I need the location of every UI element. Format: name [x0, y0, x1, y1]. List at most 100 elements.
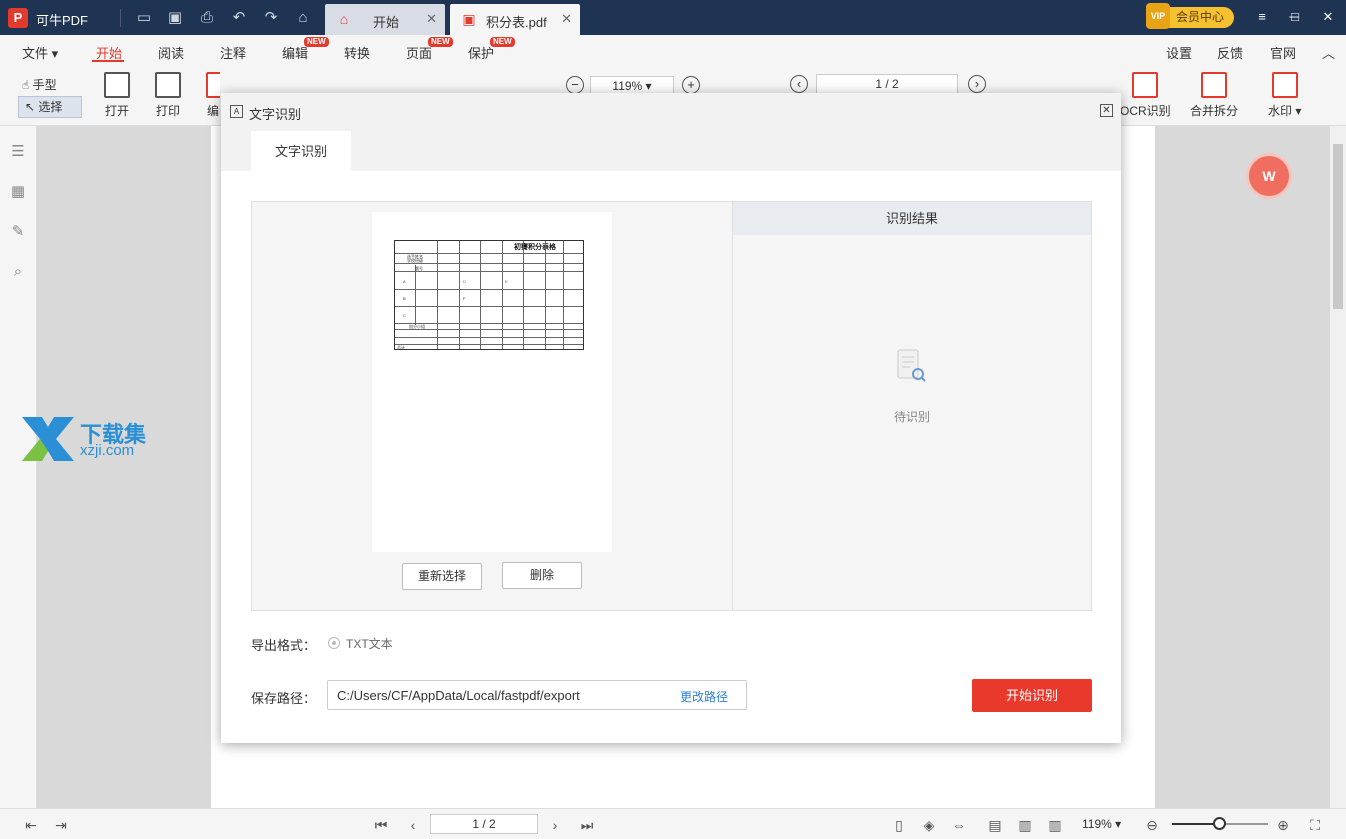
- printer-icon: [155, 72, 181, 98]
- menu-annotate[interactable]: 注释: [220, 43, 246, 62]
- fit-page-icon[interactable]: ◈: [920, 816, 938, 834]
- save-path-field[interactable]: C:/Users/CF/AppData/Local/fastpdf/export…: [327, 680, 747, 710]
- next-page-icon[interactable]: ›: [968, 75, 986, 93]
- panel-divider: [732, 202, 733, 610]
- tab-ocr[interactable]: 文字识别: [251, 131, 351, 171]
- thumbnails-icon[interactable]: ▦: [8, 183, 28, 201]
- ocr-icon: [1132, 72, 1159, 98]
- document-search-icon: [897, 349, 926, 382]
- outline-icon[interactable]: ☰: [8, 143, 28, 161]
- pdf-file-icon: ▣: [462, 11, 476, 27]
- fit-width-icon[interactable]: ⇔: [950, 816, 968, 834]
- new-badge: NEW: [304, 37, 329, 47]
- maximize-icon[interactable]: □: [1285, 7, 1305, 27]
- title-bar: P 可牛PDF ▭ ▣ ⎙ ↶ ↷ ⌂ ⌂ 开始 ✕ ▣ 积分表.pdf ✕ 会…: [0, 0, 1346, 35]
- fullscreen-icon[interactable]: ⛶: [1306, 816, 1324, 834]
- zoom-in-icon[interactable]: ⊕: [1274, 816, 1292, 834]
- window-close-icon[interactable]: ✕: [1318, 7, 1338, 27]
- two-page-icon[interactable]: ▥: [1046, 816, 1064, 834]
- actual-size-icon[interactable]: ▯: [890, 816, 908, 834]
- home-circle-icon[interactable]: ⌂: [294, 9, 312, 27]
- watermark-icon: [1271, 72, 1298, 98]
- ocr-panel: 初賽积分表格 选手姓名 学校班级 题号 A B C D E F 加分小组 总计 …: [251, 201, 1092, 611]
- ocr-button[interactable]: OCR识别: [1120, 72, 1171, 119]
- tab-home[interactable]: ⌂ 开始 ✕: [325, 4, 445, 35]
- first-page-icon[interactable]: ⏮: [372, 816, 390, 834]
- txt-radio-label[interactable]: TXT文本: [346, 635, 393, 652]
- panel-toggle-icon[interactable]: ⇥: [52, 816, 70, 834]
- watermark-button[interactable]: 水印 ▾: [1268, 72, 1301, 119]
- menu-protect[interactable]: 保护 NEW: [468, 37, 515, 62]
- menu-feedback[interactable]: 反馈: [1217, 43, 1243, 62]
- select-tool[interactable]: ↖ 选择: [18, 96, 82, 118]
- redo-icon[interactable]: ↷: [262, 9, 280, 27]
- menu-edit[interactable]: 编辑 NEW: [282, 37, 329, 62]
- zoom-in-icon[interactable]: +: [682, 76, 700, 94]
- preview-table: 选手姓名 学校班级 题号 A B C D E F 加分小组 总计: [394, 240, 584, 350]
- prev-page-icon[interactable]: ‹: [404, 816, 422, 834]
- single-page-icon[interactable]: ▤: [986, 816, 1004, 834]
- merge-split-button[interactable]: 合并拆分: [1190, 72, 1238, 119]
- scroll-thumb[interactable]: [1333, 144, 1343, 309]
- menu-website[interactable]: 官网: [1270, 43, 1296, 62]
- next-page-icon[interactable]: ›: [546, 816, 564, 834]
- start-ocr-button[interactable]: 开始识别: [972, 679, 1092, 712]
- home-icon: ⌂: [339, 11, 349, 27]
- zoom-out-icon[interactable]: ⊖: [1143, 816, 1161, 834]
- page-input[interactable]: 1 / 2: [816, 74, 958, 94]
- vip-center-label: 会员中心: [1176, 10, 1225, 24]
- undo-icon[interactable]: ↶: [230, 9, 248, 27]
- new-badge: NEW: [428, 37, 453, 47]
- vip-crown-icon: VIP: [1146, 3, 1170, 29]
- tab-document[interactable]: ▣ 积分表.pdf ✕: [450, 4, 580, 35]
- zoom-slider-knob[interactable]: [1213, 817, 1226, 830]
- tab-home-label: 开始: [373, 15, 400, 30]
- menu-page[interactable]: 页面 NEW: [406, 37, 453, 62]
- prev-page-icon[interactable]: ‹: [790, 75, 808, 93]
- collapse-ribbon-icon[interactable]: ︿: [1322, 43, 1335, 62]
- hand-tool[interactable]: ☝ 手型: [22, 76, 57, 93]
- annotations-icon[interactable]: ✎: [8, 223, 28, 241]
- open-folder-icon[interactable]: ▭: [135, 9, 153, 27]
- active-menu-underline: [92, 60, 124, 62]
- app-logo-icon: P: [8, 8, 28, 28]
- status-zoom[interactable]: 119% ▾: [1082, 817, 1121, 831]
- save-icon[interactable]: ▣: [166, 9, 184, 27]
- delete-button[interactable]: 删除: [502, 562, 582, 589]
- vertical-scrollbar[interactable]: [1330, 126, 1346, 808]
- print-button[interactable]: 打印: [155, 72, 181, 119]
- zoom-out-icon[interactable]: −: [566, 76, 584, 94]
- menu-convert[interactable]: 转换: [344, 43, 370, 62]
- floating-convert-icon[interactable]: W: [1246, 153, 1292, 199]
- menu-settings[interactable]: 设置: [1166, 43, 1192, 62]
- left-sidebar: ☰ ▦ ✎ ⌕: [0, 126, 37, 808]
- export-format-label: 导出格式：: [251, 638, 317, 653]
- continuous-page-icon[interactable]: ▥: [1016, 816, 1034, 834]
- menu-file[interactable]: 文件 ▾: [22, 43, 58, 62]
- close-icon[interactable]: ✕: [561, 11, 572, 27]
- menu-lines-icon[interactable]: ≡: [1252, 7, 1272, 27]
- tab-document-label: 积分表.pdf: [486, 15, 547, 30]
- search-icon[interactable]: ⌕: [8, 263, 28, 281]
- result-status: 待识别: [893, 410, 930, 424]
- edit-button[interactable]: 编: [206, 72, 220, 119]
- menu-read[interactable]: 阅读: [158, 43, 184, 62]
- app-name: 可牛PDF: [36, 13, 89, 28]
- status-page-input[interactable]: 1 / 2: [430, 814, 538, 834]
- save-path-label: 保存路径：: [251, 691, 317, 706]
- change-path-link[interactable]: 更改路径: [680, 688, 728, 705]
- menu-bar: 文件 ▾ 开始 阅读 注释 编辑 NEW 转换 页面 NEW 保护 NEW 设置 反馈…: [0, 35, 1346, 68]
- print-icon[interactable]: ⎙: [198, 9, 216, 27]
- merge-split-icon: [1201, 72, 1227, 98]
- open-button[interactable]: 打开: [104, 72, 130, 119]
- close-icon[interactable]: ✕: [426, 11, 437, 27]
- sidebar-toggle-icon[interactable]: ⇤: [22, 816, 40, 834]
- txt-radio[interactable]: [328, 637, 340, 649]
- reselect-button[interactable]: 重新选择: [402, 563, 482, 590]
- selection-preview: 初賽积分表格 选手姓名 学校班级 题号 A B C D E F 加分小组 总计: [372, 212, 612, 552]
- last-page-icon[interactable]: ⏭: [578, 816, 596, 834]
- dialog-close-icon[interactable]: ✕: [1100, 104, 1113, 117]
- dialog-title: 文字识别: [249, 107, 302, 122]
- edit-icon: [206, 72, 220, 98]
- dialog-header: A 文字识别 ✕ 文字识别: [221, 93, 1121, 171]
